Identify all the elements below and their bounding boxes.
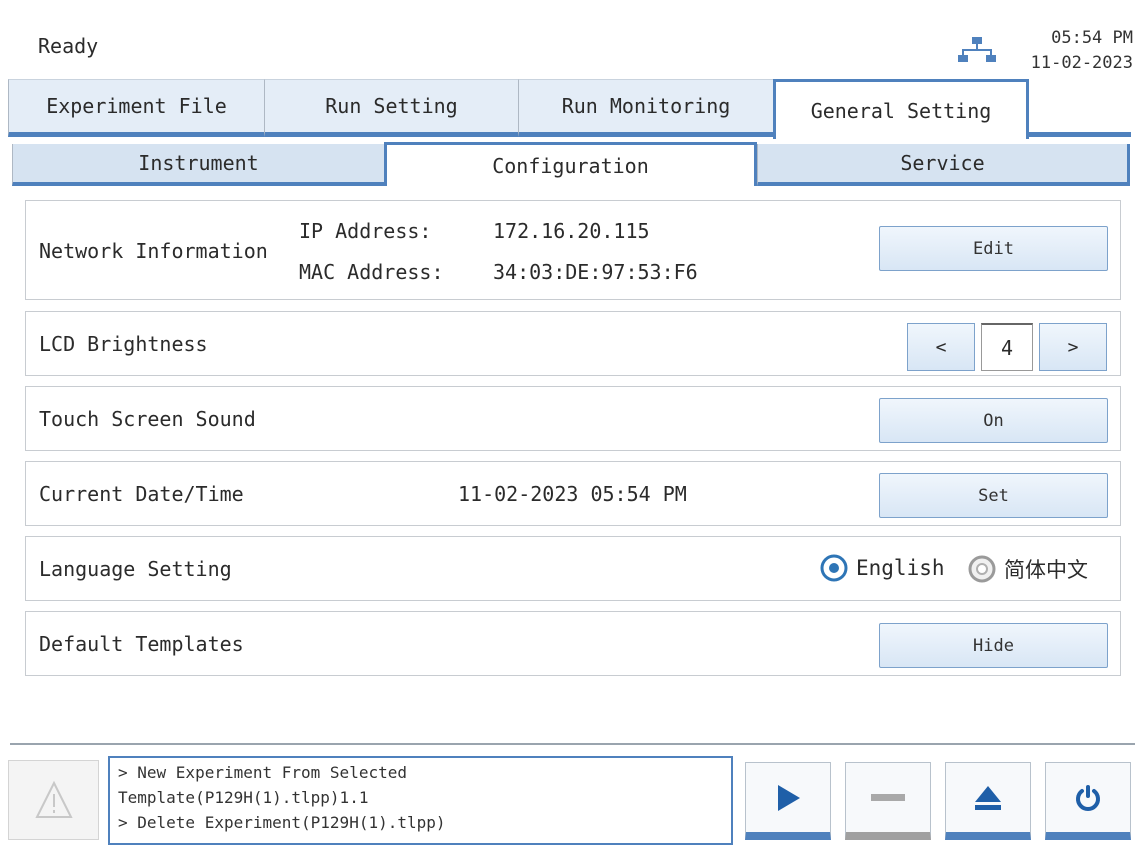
log-panel: > New Experiment From Selected Template(…: [108, 756, 733, 845]
play-icon: [778, 784, 800, 811]
radio-english-label: English: [856, 556, 945, 580]
tab-label: Run Monitoring: [561, 94, 731, 118]
radio-english[interactable]: English: [820, 554, 945, 582]
play-button[interactable]: [745, 762, 831, 840]
subtab-label: Service: [900, 151, 985, 175]
radio-unselected-icon: [968, 555, 996, 583]
tab-label: General Setting: [810, 98, 992, 123]
sound-label: Touch Screen Sound: [39, 407, 256, 431]
power-icon: [1076, 784, 1100, 811]
eject-icon: [975, 785, 1001, 810]
set-datetime-button[interactable]: Set: [879, 473, 1108, 518]
power-button[interactable]: [1045, 762, 1131, 840]
sound-row: Touch Screen Sound On: [25, 386, 1121, 451]
brightness-decrease-button[interactable]: <: [907, 323, 975, 371]
status-text: Ready: [38, 34, 99, 58]
subtab-label: Configuration: [492, 153, 649, 178]
ip-value: 172.16.20.115: [493, 219, 650, 243]
datetime-value: 11-02-2023 05:54 PM: [458, 482, 687, 506]
ip-label: IP Address:: [299, 219, 432, 243]
log-line: > Delete Experiment(P129H(1).tlpp): [118, 813, 446, 832]
radio-chinese-label: 简体中文: [1004, 558, 1088, 582]
subtab-label: Instrument: [138, 151, 259, 175]
subtab-instrument[interactable]: Instrument: [12, 144, 384, 186]
tab-label: Run Setting: [325, 94, 458, 118]
clock: 05:54 PM 11-02-2023: [1031, 26, 1133, 76]
edit-network-button[interactable]: Edit: [879, 226, 1108, 271]
hide-templates-button[interactable]: Hide: [879, 623, 1108, 668]
brightness-increase-button[interactable]: >: [1039, 323, 1107, 371]
sound-toggle-button[interactable]: On: [879, 398, 1108, 443]
log-line: Template(P129H(1).tlpp)1.1: [118, 788, 369, 807]
brightness-value: 4: [981, 323, 1033, 371]
clock-date: 11-02-2023: [1030, 53, 1133, 73]
language-label: Language Setting: [39, 557, 232, 581]
subtab-configuration[interactable]: Configuration: [384, 142, 757, 186]
tab-label: Experiment File: [46, 94, 227, 118]
network-icon: [958, 37, 996, 62]
datetime-row: Current Date/Time 11-02-2023 05:54 PM Se…: [25, 461, 1121, 526]
warning-icon: [35, 780, 73, 818]
warning-button[interactable]: [8, 760, 99, 840]
datetime-label: Current Date/Time: [39, 482, 244, 506]
stop-button[interactable]: [845, 762, 931, 840]
templates-row: Default Templates Hide: [25, 611, 1121, 676]
footer-divider: [10, 743, 1135, 745]
tab-general-setting[interactable]: General Setting: [773, 79, 1029, 139]
subtab-service[interactable]: Service: [757, 144, 1130, 186]
mac-value: 34:03:DE:97:53:F6: [493, 260, 698, 284]
tab-bar-underline: [1029, 132, 1131, 137]
stop-icon: [871, 793, 905, 801]
tab-experiment-file[interactable]: Experiment File: [8, 79, 264, 137]
templates-label: Default Templates: [39, 632, 244, 656]
eject-button[interactable]: [945, 762, 1031, 840]
mac-label: MAC Address:: [299, 260, 444, 284]
tab-run-monitoring[interactable]: Run Monitoring: [518, 79, 773, 137]
network-row: Network Information IP Address: 172.16.2…: [25, 200, 1121, 300]
brightness-row: LCD Brightness < 4 >: [25, 311, 1121, 376]
radio-chinese[interactable]: 简体中文: [968, 554, 1088, 584]
tab-run-setting[interactable]: Run Setting: [264, 79, 518, 137]
log-line: > New Experiment From Selected: [118, 763, 407, 782]
brightness-label: LCD Brightness: [39, 332, 208, 356]
clock-time: 05:54 PM: [1051, 28, 1133, 48]
radio-selected-icon: [820, 554, 848, 582]
network-label: Network Information: [39, 239, 268, 263]
language-row: Language Setting English 简体中文: [25, 536, 1121, 601]
